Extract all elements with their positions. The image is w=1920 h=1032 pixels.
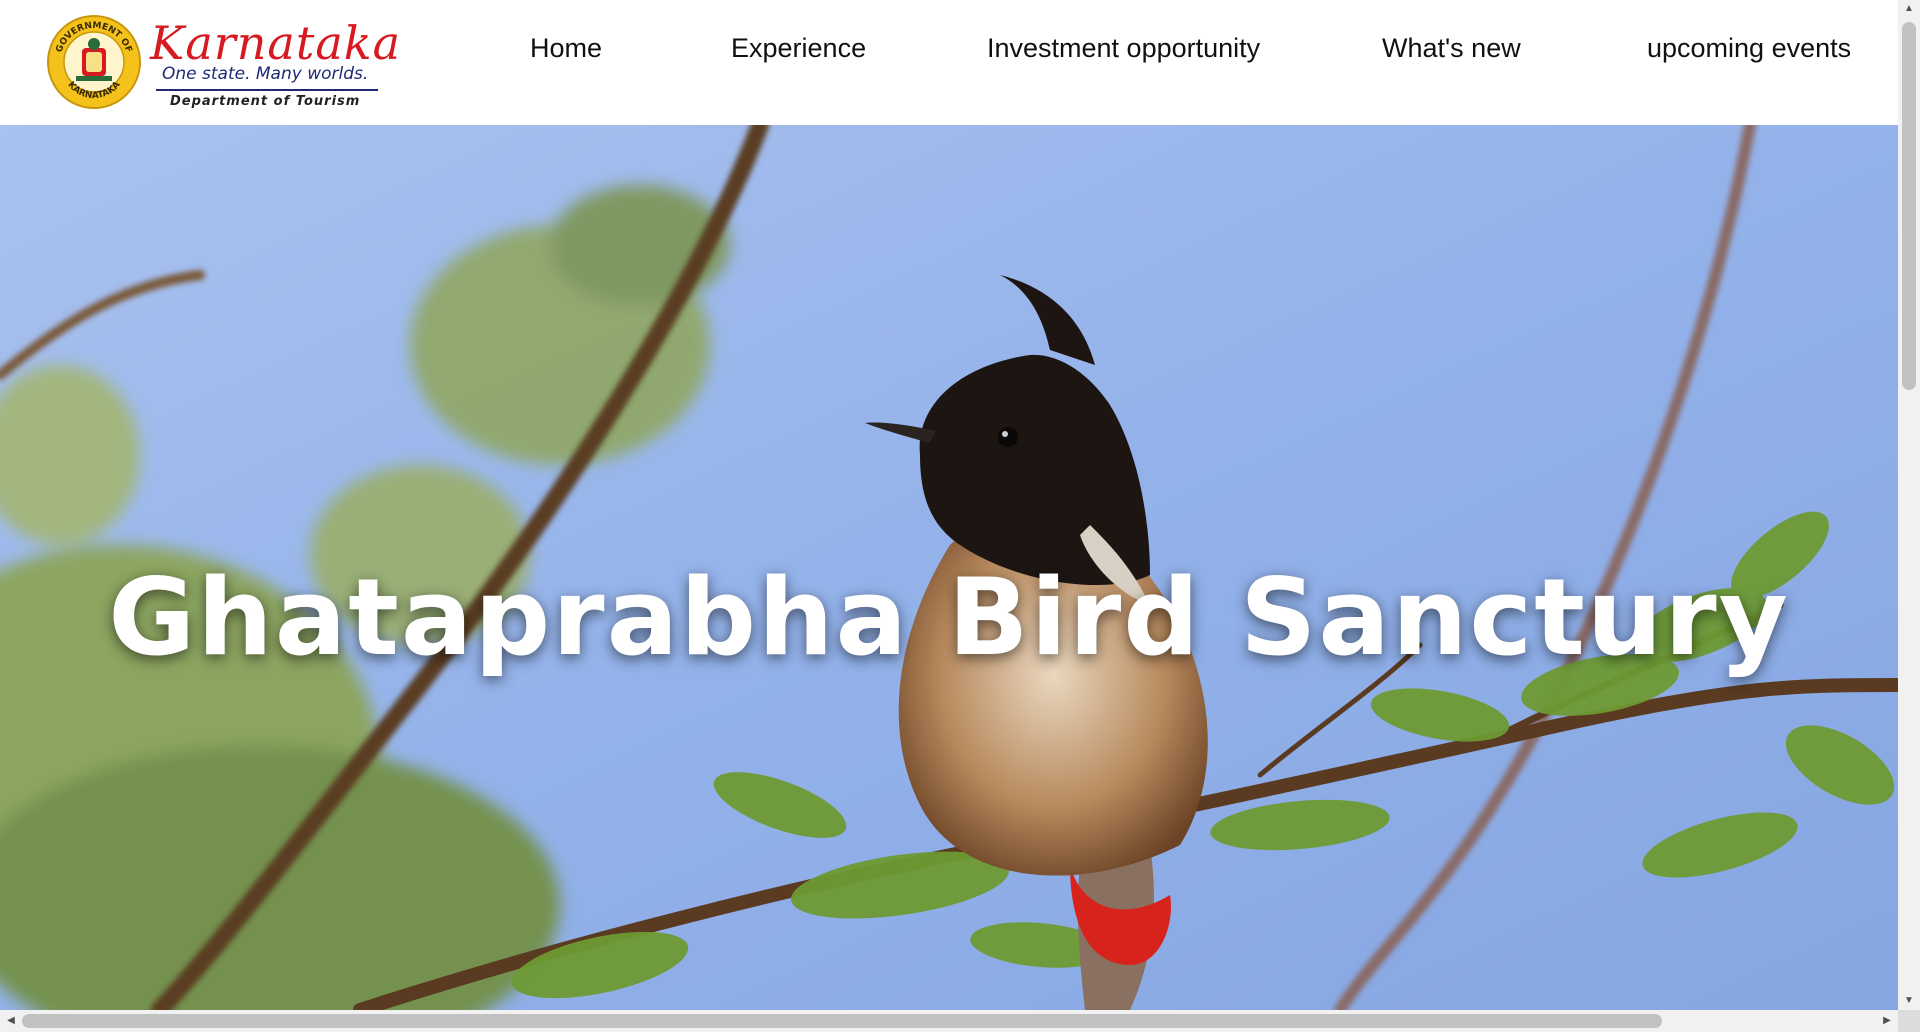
hero-title: Ghataprabha Bird Sanctury bbox=[108, 556, 1790, 680]
nav-whats-new[interactable]: What's new bbox=[1382, 28, 1521, 68]
scroll-up-icon[interactable]: ▲ bbox=[1898, 0, 1920, 18]
site-header: GOVERNMENT OF KARNATAKA Karnataka One st… bbox=[0, 0, 1898, 125]
nav-home[interactable]: Home bbox=[530, 28, 602, 68]
nav-upcoming-events[interactable]: upcoming events bbox=[1647, 28, 1851, 68]
vertical-scroll-thumb[interactable] bbox=[1902, 22, 1916, 390]
nav-investment-opportunity[interactable]: Investment opportunity bbox=[987, 28, 1260, 68]
horizontal-scrollbar[interactable]: ◀ ▶ bbox=[0, 1010, 1898, 1032]
brand-department: Department of Tourism bbox=[170, 94, 361, 109]
scroll-right-icon[interactable]: ▶ bbox=[1878, 1010, 1896, 1032]
nav-experience[interactable]: Experience bbox=[731, 28, 866, 68]
vertical-scrollbar[interactable]: ▲ ▼ bbox=[1898, 0, 1920, 1010]
horizontal-scroll-thumb[interactable] bbox=[22, 1014, 1662, 1028]
scrollbar-corner bbox=[1898, 1010, 1920, 1032]
hero-banner: Ghataprabha Bird Sanctury bbox=[0, 125, 1898, 1010]
main-nav: Home Experience Investment opportunity W… bbox=[0, 28, 1898, 68]
scroll-down-icon[interactable]: ▼ bbox=[1898, 992, 1920, 1010]
brand-divider bbox=[156, 89, 378, 91]
scroll-left-icon[interactable]: ◀ bbox=[2, 1010, 20, 1032]
